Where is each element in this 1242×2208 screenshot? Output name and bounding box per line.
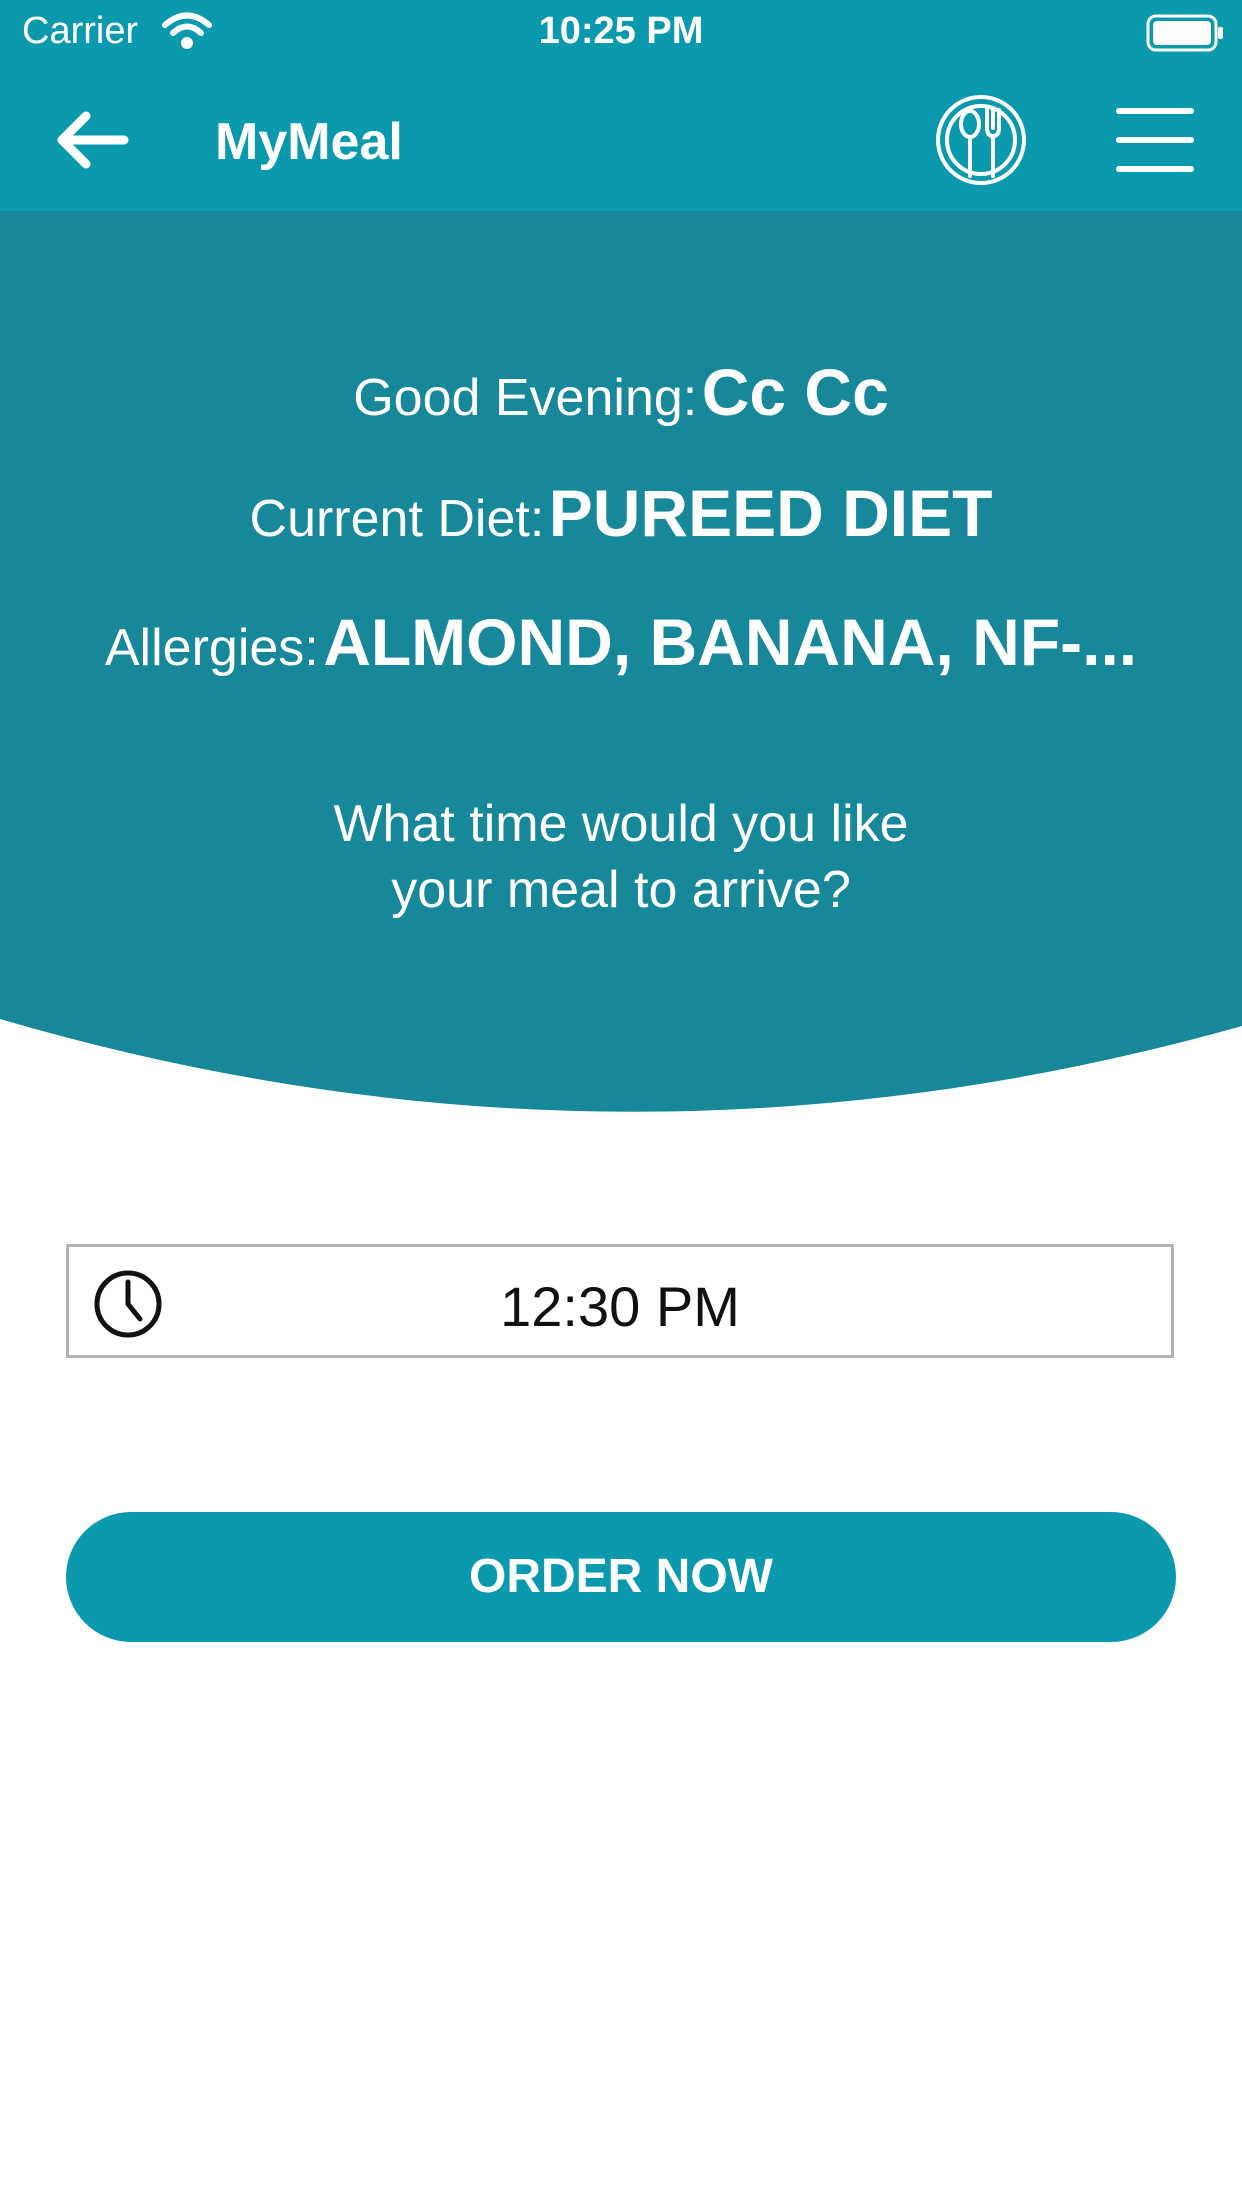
- diet-info-panel: Good Evening: Cc Cc Current Diet: PUREED…: [0, 211, 1242, 1127]
- diet-value: PUREED DIET: [548, 476, 993, 550]
- diet-label: Current Diet:: [249, 490, 545, 548]
- allergies-value: ALMOND, BANANA, NF-...: [323, 605, 1138, 679]
- back-button[interactable]: [56, 110, 132, 170]
- menu-button[interactable]: [1116, 104, 1194, 176]
- plate-cutlery-icon: [936, 95, 1026, 185]
- question-line-1: What time would you like: [333, 795, 909, 853]
- allergies-label: Allergies:: [104, 619, 319, 677]
- status-time: 10:25 PM: [538, 10, 704, 52]
- navigation-bar: MyMeal: [0, 68, 1242, 211]
- app-title: MyMeal: [215, 113, 403, 171]
- selected-time: 12:30 PM: [500, 1275, 740, 1338]
- allergies-line: Allergies: ALMOND, BANANA, NF-...: [0, 604, 1242, 680]
- delivery-time-picker[interactable]: 12:30 PM: [66, 1244, 1174, 1358]
- back-arrow-icon: [57, 111, 129, 169]
- question-line-2: your meal to arrive?: [391, 861, 851, 919]
- delivery-time-question: What time would you like your meal to ar…: [0, 791, 1242, 923]
- greeting-label: Good Evening:: [353, 369, 698, 427]
- patient-name: Cc Cc: [701, 355, 889, 429]
- diet-line: Current Diet: PUREED DIET: [0, 475, 1242, 551]
- greeting-line: Good Evening: Cc Cc: [0, 354, 1242, 430]
- order-now-button[interactable]: ORDER NOW: [66, 1512, 1176, 1642]
- battery-icon: [1146, 14, 1226, 59]
- meal-button[interactable]: [935, 92, 1027, 188]
- hamburger-menu-icon: [1116, 108, 1194, 172]
- status-bar: Carrier 10:25 PM: [0, 0, 1242, 68]
